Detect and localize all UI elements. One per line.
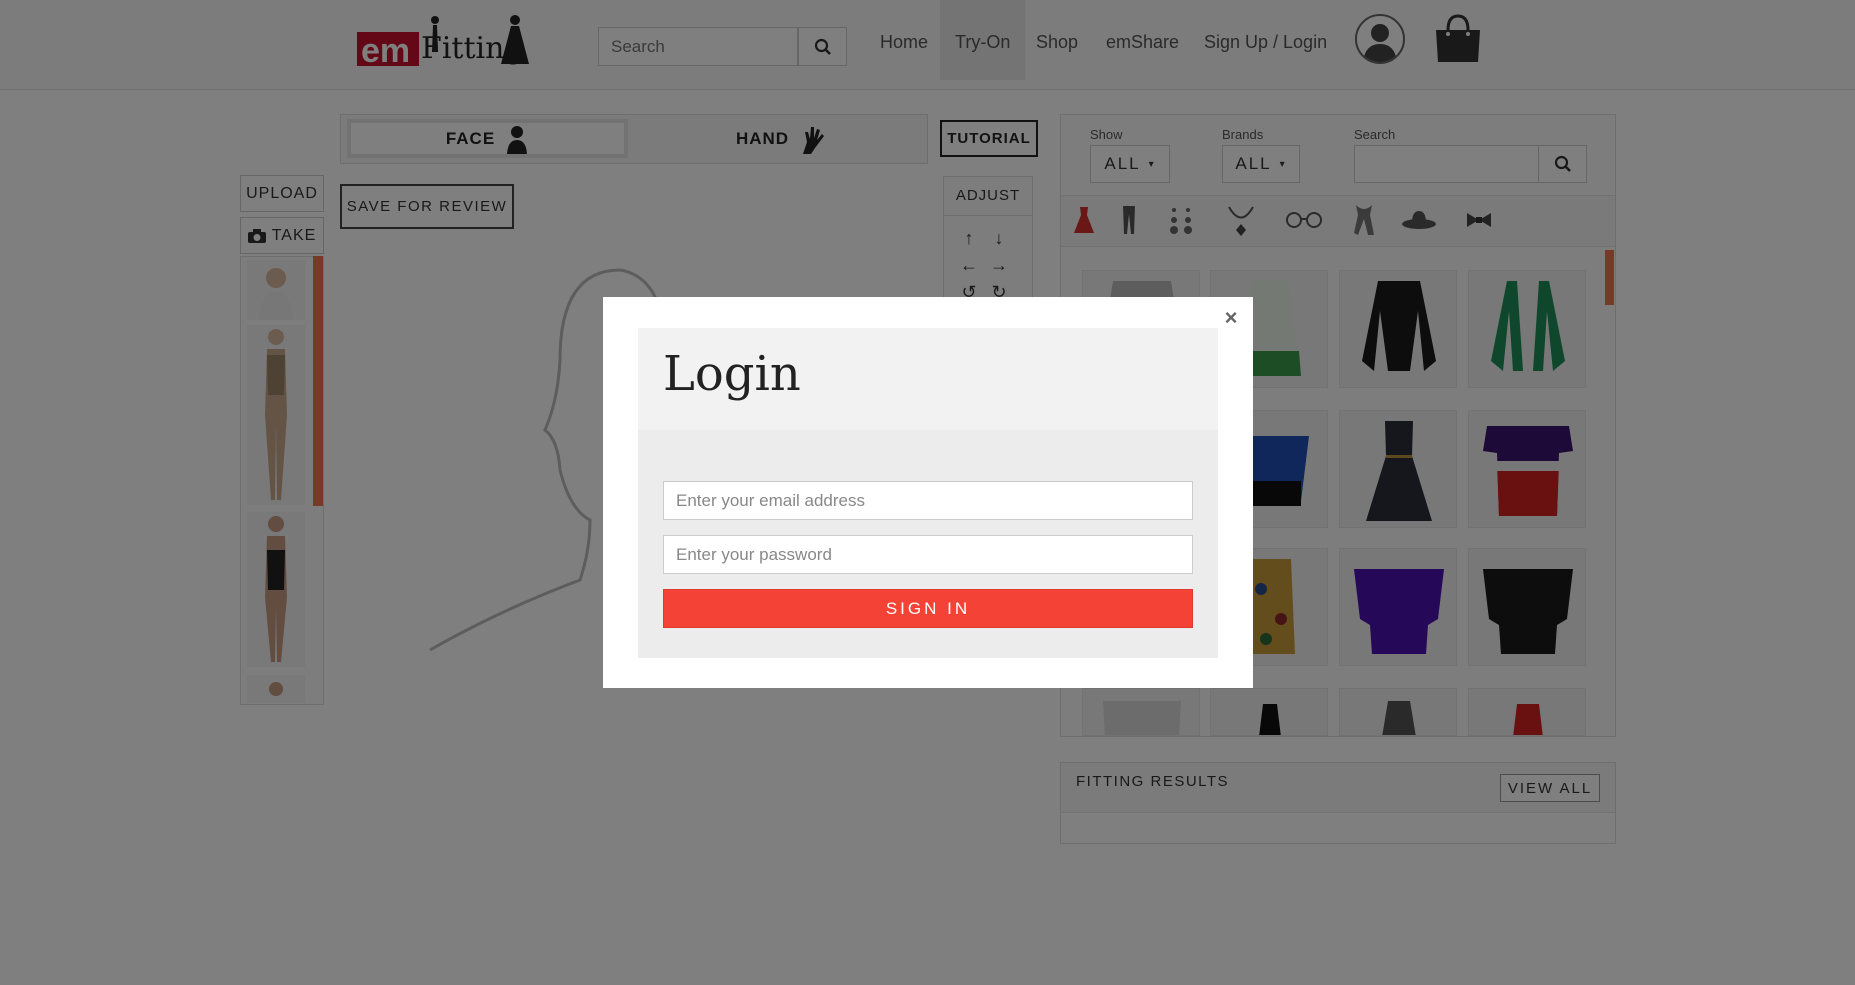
sign-in-button[interactable]: SIGN IN xyxy=(663,589,1193,628)
close-icon[interactable]: × xyxy=(1220,305,1242,331)
password-field[interactable] xyxy=(663,535,1193,574)
email-field[interactable] xyxy=(663,481,1193,520)
login-title: Login xyxy=(663,346,801,402)
